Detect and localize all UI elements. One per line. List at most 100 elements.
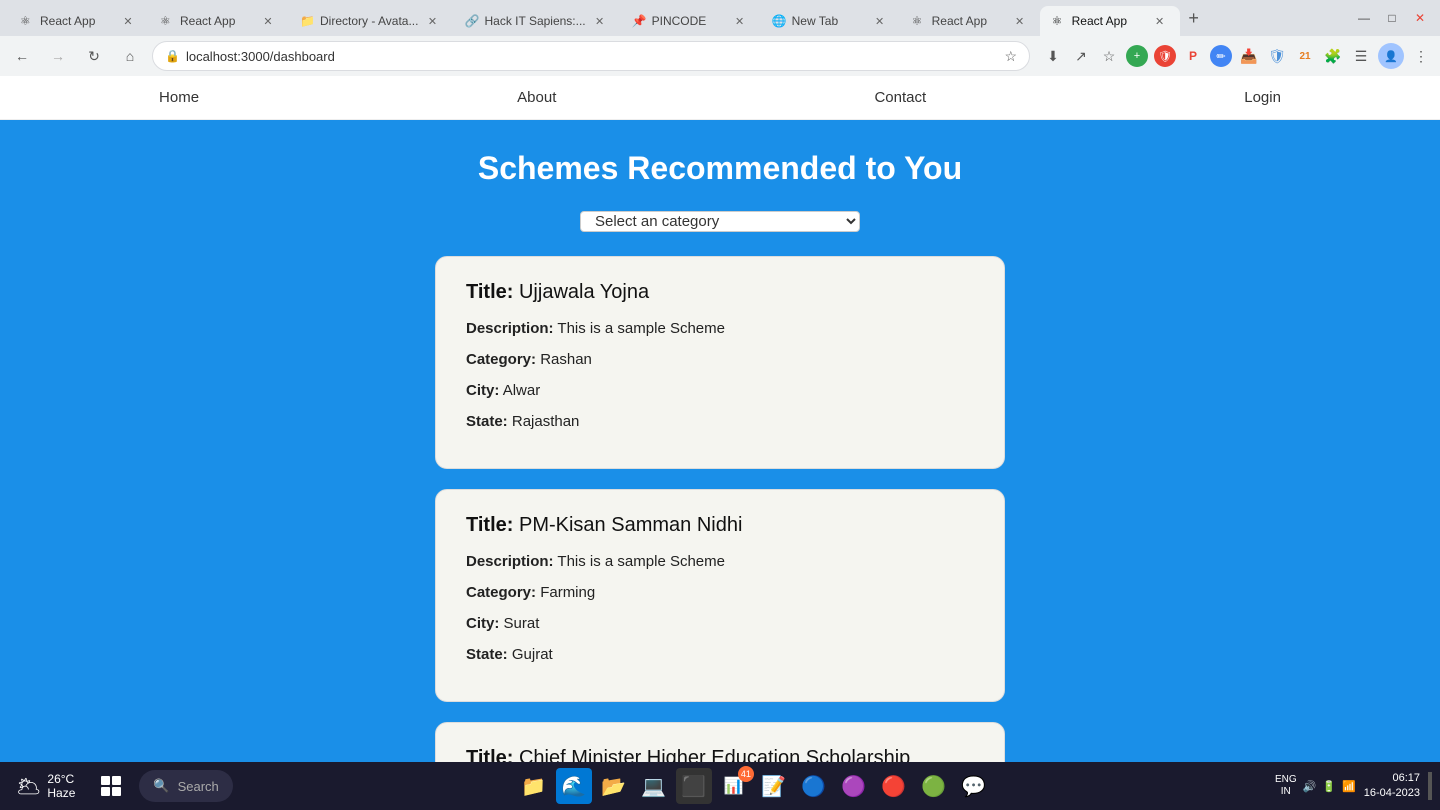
tab-close-7[interactable]: ✕ bbox=[1012, 13, 1028, 29]
taskbar-files-icon[interactable]: 📁 bbox=[516, 768, 552, 804]
tab-label-2: React App bbox=[180, 14, 254, 28]
bookmark-icon[interactable]: ☆ bbox=[1098, 45, 1120, 67]
taskbar-edge-icon[interactable]: 🌊 bbox=[556, 768, 592, 804]
profile-icon[interactable]: 👤 bbox=[1378, 43, 1404, 69]
scheme-description-2: Description: This is a sample Scheme bbox=[466, 553, 974, 570]
clock-date: 16-04-2023 bbox=[1364, 786, 1420, 801]
scheme-city-2: City: Surat bbox=[466, 615, 974, 632]
tab-new-tab[interactable]: 🌐 New Tab ✕ bbox=[760, 6, 900, 36]
back-button[interactable]: ← bbox=[8, 42, 36, 70]
share-icon[interactable]: ↗ bbox=[1070, 45, 1092, 67]
window-controls: — □ ✕ bbox=[1352, 6, 1432, 30]
title-label-3: Title: bbox=[466, 747, 513, 762]
menu-icon[interactable]: ⋮ bbox=[1410, 45, 1432, 67]
tab-favicon-1: ⚛ bbox=[20, 14, 34, 28]
cat-label-2: Category: bbox=[466, 584, 536, 601]
scheme-state-1: State: Rajasthan bbox=[466, 413, 974, 430]
taskbar-vscode-icon[interactable]: 💻 bbox=[636, 768, 672, 804]
tab-close-5[interactable]: ✕ bbox=[732, 13, 748, 29]
tab-close-2[interactable]: ✕ bbox=[260, 13, 276, 29]
tab-label-6: New Tab bbox=[792, 14, 866, 28]
tab-favicon-6: 🌐 bbox=[772, 14, 786, 28]
tab-react-app-8[interactable]: ⚛ React App ✕ bbox=[1040, 6, 1180, 36]
tab-close-6[interactable]: ✕ bbox=[872, 13, 888, 29]
volume-icon[interactable]: 🔊 bbox=[1303, 780, 1317, 793]
download-icon[interactable]: ⬇ bbox=[1042, 45, 1064, 67]
search-icon: 🔍 bbox=[153, 778, 169, 794]
ext-blue-icon[interactable]: ✏ bbox=[1210, 45, 1232, 67]
tab-close-4[interactable]: ✕ bbox=[592, 13, 608, 29]
desc-value-2: This is a sample Scheme bbox=[557, 553, 725, 570]
scheme-title-2: Title: PM-Kisan Samman Nidhi bbox=[466, 514, 974, 537]
ext-pdf-icon[interactable]: P bbox=[1182, 45, 1204, 67]
taskbar-red-app-icon[interactable]: 🔴 bbox=[876, 768, 912, 804]
star-icon[interactable]: ☆ bbox=[1004, 48, 1017, 65]
scheme-category-1: Category: Rashan bbox=[466, 351, 974, 368]
taskbar-whatsapp-icon[interactable]: 💬 bbox=[956, 768, 992, 804]
tab-directory[interactable]: 📁 Directory - Avata... ✕ bbox=[288, 6, 452, 36]
state-label-1: State: bbox=[466, 413, 508, 430]
nav-home[interactable]: Home bbox=[119, 89, 239, 106]
new-tab-button[interactable]: + bbox=[1180, 4, 1208, 32]
network-icon[interactable]: 📶 bbox=[1342, 780, 1356, 793]
taskbar-notepad-icon[interactable]: 📝 bbox=[756, 768, 792, 804]
taskbar-search[interactable]: 🔍 Search bbox=[139, 770, 232, 802]
minimize-button[interactable]: — bbox=[1352, 6, 1376, 30]
title-value-2: PM-Kisan Samman Nidhi bbox=[519, 514, 742, 536]
tab-favicon-4: 🔗 bbox=[464, 14, 478, 28]
taskbar-chrome-icon[interactable]: 🔵 bbox=[796, 768, 832, 804]
nav-login[interactable]: Login bbox=[1204, 89, 1321, 106]
title-label-1: Title: bbox=[466, 281, 513, 303]
address-bar-row: ← → ↻ ⌂ 🔒 localhost:3000/dashboard ☆ ⬇ ↗… bbox=[0, 36, 1440, 76]
taskbar-app-icons: 📁 🌊 📂 💻 ⬛ 📊 41 📝 🔵 🟣 🔴 🟢 💬 bbox=[239, 768, 1269, 804]
battery-icon[interactable]: 🔋 bbox=[1322, 780, 1336, 793]
address-bar[interactable]: 🔒 localhost:3000/dashboard ☆ bbox=[152, 41, 1030, 71]
tab-react-app-7[interactable]: ⚛ React App ✕ bbox=[900, 6, 1040, 36]
city-value-2: Surat bbox=[504, 615, 540, 632]
site-navbar: Home About Contact Login bbox=[0, 76, 1440, 120]
tab-hack-it[interactable]: 🔗 Hack IT Sapiens:... ✕ bbox=[452, 6, 619, 36]
refresh-button[interactable]: ↻ bbox=[80, 42, 108, 70]
city-value-1: Alwar bbox=[503, 382, 541, 399]
taskbar-sys-icons: ENGIN 🔊 🔋 📶 bbox=[1275, 774, 1356, 798]
start-button[interactable] bbox=[93, 768, 129, 804]
tab-close-8[interactable]: ✕ bbox=[1152, 13, 1168, 29]
nav-about[interactable]: About bbox=[477, 89, 596, 106]
cat-label-1: Category: bbox=[466, 351, 536, 368]
tab-react-app-1[interactable]: ⚛ React App ✕ bbox=[8, 6, 148, 36]
tab-favicon-3: 📁 bbox=[300, 14, 314, 28]
tab-close-1[interactable]: ✕ bbox=[120, 13, 136, 29]
taskbar-purple-app-icon[interactable]: 🟣 bbox=[836, 768, 872, 804]
taskbar-terminal-icon[interactable]: ⬛ bbox=[676, 768, 712, 804]
url-text: localhost:3000/dashboard bbox=[186, 49, 998, 64]
taskbar-explorer-icon[interactable]: 📂 bbox=[596, 768, 632, 804]
home-button[interactable]: ⌂ bbox=[116, 42, 144, 70]
sidebar-toggle-icon[interactable]: ☰ bbox=[1350, 45, 1372, 67]
tab-label-3: Directory - Avata... bbox=[320, 14, 418, 28]
ext-shield-icon[interactable]: 🛡 bbox=[1266, 45, 1288, 67]
taskbar-counter-icon[interactable]: 📊 41 bbox=[716, 768, 752, 804]
taskbar-right: ENGIN 🔊 🔋 📶 06:17 16-04-2023 bbox=[1275, 771, 1432, 802]
ext-green-icon[interactable]: + bbox=[1126, 45, 1148, 67]
taskbar-chrome2-icon[interactable]: 🟢 bbox=[916, 768, 952, 804]
forward-button[interactable]: → bbox=[44, 42, 72, 70]
lang-icon: ENGIN bbox=[1275, 774, 1297, 798]
ext-red-icon[interactable]: 🛡 bbox=[1154, 45, 1176, 67]
ext-21-icon[interactable]: 21 bbox=[1294, 45, 1316, 67]
ext-pocket-icon[interactable]: 📥 bbox=[1238, 45, 1260, 67]
show-desktop-icon[interactable] bbox=[1428, 772, 1432, 800]
ext-puzzle-icon[interactable]: 🧩 bbox=[1322, 45, 1344, 67]
category-select[interactable]: Select an category Rashan Farming Educat… bbox=[580, 211, 860, 232]
weather-info: 26°C Haze bbox=[47, 772, 75, 800]
lock-icon: 🔒 bbox=[165, 49, 180, 63]
tab-react-app-2[interactable]: ⚛ React App ✕ bbox=[148, 6, 288, 36]
tab-pincode[interactable]: 📌 PINCODE ✕ bbox=[620, 6, 760, 36]
nav-contact[interactable]: Contact bbox=[834, 89, 966, 106]
scheme-title-1: Title: Ujjawala Yojna bbox=[466, 281, 974, 304]
scheme-category-2: Category: Farming bbox=[466, 584, 974, 601]
desc-value-1: This is a sample Scheme bbox=[557, 320, 725, 337]
maximize-button[interactable]: □ bbox=[1380, 6, 1404, 30]
tab-close-3[interactable]: ✕ bbox=[424, 13, 440, 29]
tab-label-5: PINCODE bbox=[652, 14, 726, 28]
close-button[interactable]: ✕ bbox=[1408, 6, 1432, 30]
